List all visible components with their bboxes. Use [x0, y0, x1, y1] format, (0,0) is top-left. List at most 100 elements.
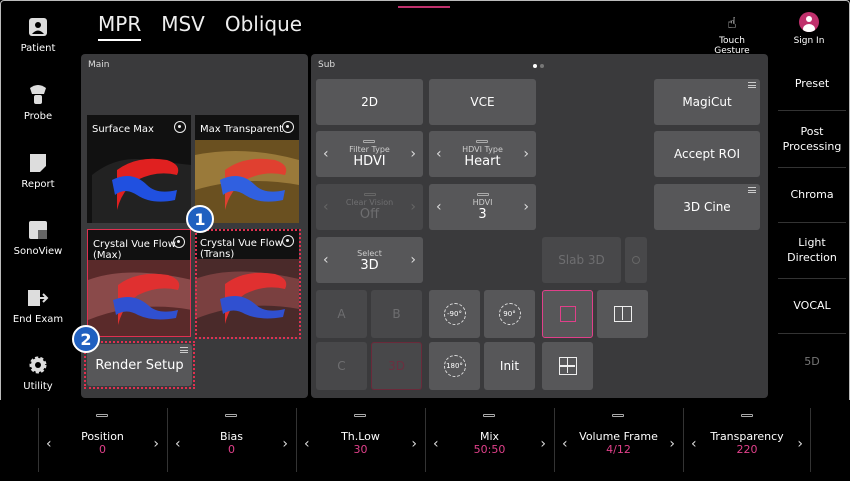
filter-type-value: HDVI — [353, 154, 386, 169]
view-a-label: A — [337, 307, 346, 321]
chevron-right-icon[interactable]: › — [540, 436, 546, 452]
menu-preset[interactable]: Preset — [776, 76, 848, 91]
callout-2: 2 — [72, 325, 100, 353]
layout-single-button[interactable] — [542, 290, 593, 338]
chevron-right-icon[interactable]: › — [282, 436, 288, 452]
hdvi-type-control[interactable]: ‹ HDVI Type Heart › — [429, 131, 536, 177]
volume-frame-control[interactable]: ‹ Volume Frame 4/12 › — [554, 408, 682, 472]
rotate-minus-90-button[interactable]: -90° — [429, 290, 480, 338]
nav-utility-label: Utility — [23, 381, 53, 392]
chevron-left-icon[interactable]: ‹ — [436, 199, 442, 215]
thumb-crystal-vue-max[interactable]: Crystal Vue Flow (Max) — [87, 229, 191, 337]
thumb-max-transparent[interactable]: Max Transparent — [195, 115, 299, 223]
chevron-right-icon[interactable]: › — [153, 436, 159, 452]
nav-report[interactable]: Report — [8, 152, 68, 190]
3d-cine-button[interactable]: 3D Cine — [654, 184, 760, 230]
dial-indicator — [741, 414, 753, 417]
thumb-label: Crystal Vue Flow (Trans) — [200, 238, 283, 260]
chevron-right-icon[interactable]: › — [410, 252, 416, 268]
2d-button[interactable]: 2D — [316, 79, 423, 125]
accept-roi-button[interactable]: Accept ROI — [654, 131, 760, 177]
chevron-right-icon[interactable]: › — [410, 146, 416, 162]
rotate-180-button[interactable]: 180° — [429, 342, 480, 390]
chevron-left-icon[interactable]: ‹ — [323, 146, 329, 162]
layout-quad-button[interactable] — [542, 342, 593, 390]
tab-oblique[interactable]: Oblique — [225, 12, 302, 41]
settings-icon[interactable] — [282, 235, 294, 247]
chevron-left-icon[interactable]: ‹ — [323, 252, 329, 268]
control-name: Th.Low — [341, 430, 380, 443]
settings-icon[interactable] — [174, 121, 186, 133]
accent-indicator — [398, 6, 450, 8]
slab-3d-label: Slab 3D — [558, 253, 605, 267]
view-b-button[interactable]: B — [371, 290, 422, 338]
report-icon — [27, 152, 49, 174]
select-control[interactable]: ‹ Select 3D › — [316, 237, 423, 283]
dial-indicator — [363, 140, 376, 143]
layout-dual-button[interactable] — [597, 290, 648, 338]
touch-gesture-button[interactable]: ☝ Touch Gesture — [700, 12, 764, 56]
chevron-left-icon[interactable]: ‹ — [323, 199, 329, 215]
nav-end-exam[interactable]: End Exam — [8, 287, 68, 325]
nav-end-exam-label: End Exam — [12, 314, 64, 325]
nav-utility[interactable]: Utility — [8, 354, 68, 392]
chevron-right-icon[interactable]: › — [669, 436, 675, 452]
thumb-label: Crystal Vue Flow (Max) — [93, 239, 176, 261]
hdvi-control[interactable]: ‹ HDVI 3 › — [429, 184, 536, 230]
chevron-right-icon[interactable]: › — [411, 436, 417, 452]
chevron-right-icon[interactable]: › — [523, 199, 529, 215]
dial-indicator — [483, 414, 495, 417]
slab-3d-menu-button[interactable] — [625, 237, 647, 283]
sign-in-button[interactable]: Sign In — [788, 12, 830, 46]
rotate-cw-icon: 90° — [498, 303, 521, 325]
view-3d-label: 3D — [388, 359, 405, 373]
settings-icon[interactable] — [173, 236, 185, 248]
vce-button[interactable]: VCE — [429, 79, 536, 125]
menu-post-processing[interactable]: Post Processing — [776, 124, 848, 154]
tab-msv[interactable]: MSV — [161, 12, 205, 41]
init-button[interactable]: Init — [484, 342, 535, 390]
filter-type-control[interactable]: ‹ Filter Type HDVI › — [316, 131, 423, 177]
hdvi-value: 3 — [478, 207, 487, 222]
nav-sonoview[interactable]: SonoView — [8, 219, 68, 257]
transparency-control[interactable]: ‹ Transparency 220 › — [683, 408, 811, 472]
tab-mpr[interactable]: MPR — [98, 12, 142, 41]
view-c-button[interactable]: C — [316, 342, 367, 390]
menu-vocal[interactable]: VOCAL — [776, 298, 848, 313]
chevron-right-icon[interactable]: › — [797, 436, 803, 452]
menu-5d[interactable]: 5D — [776, 354, 848, 369]
callout-1: 1 — [186, 205, 214, 233]
position-control[interactable]: ‹ Position 0 › — [38, 408, 166, 472]
nav-probe[interactable]: Probe — [8, 84, 68, 122]
dial-indicator — [354, 414, 366, 417]
dial-indicator — [476, 193, 489, 196]
slab-3d-button[interactable]: Slab 3D — [542, 237, 621, 283]
bias-control[interactable]: ‹ Bias 0 › — [167, 408, 295, 472]
menu-light-direction[interactable]: Light Direction — [776, 235, 848, 265]
control-value: 0 — [99, 443, 106, 456]
view-a-button[interactable]: A — [316, 290, 367, 338]
mix-control[interactable]: ‹ Mix 50:50 › — [425, 408, 553, 472]
quad-view-icon — [558, 357, 577, 375]
thumb-surface-max[interactable]: Surface Max — [87, 115, 191, 223]
vce-label: VCE — [470, 95, 495, 109]
clear-vision-control[interactable]: ‹ Clear Vision Off › — [316, 184, 423, 230]
chevron-right-icon[interactable]: › — [523, 146, 529, 162]
magicut-button[interactable]: MagiCut — [654, 79, 760, 125]
rotate-90-button[interactable]: 90° — [484, 290, 535, 338]
menu-chroma[interactable]: Chroma — [776, 187, 848, 202]
control-name: Mix — [479, 430, 500, 443]
th-low-control[interactable]: ‹ Th.Low 30 › — [296, 408, 424, 472]
accept-roi-label: Accept ROI — [673, 147, 741, 161]
settings-icon[interactable] — [282, 121, 294, 133]
end-exam-icon — [27, 287, 49, 309]
control-value: 30 — [353, 443, 368, 456]
view-3d-button[interactable]: 3D — [371, 342, 422, 390]
nav-patient[interactable]: Patient — [8, 16, 68, 54]
settings-icon — [632, 256, 640, 264]
single-view-icon — [559, 306, 576, 322]
chevron-left-icon[interactable]: ‹ — [436, 146, 442, 162]
control-value: 50:50 — [473, 443, 506, 456]
chevron-right-icon[interactable]: › — [410, 199, 416, 215]
thumb-label: Max Transparent — [200, 124, 284, 135]
